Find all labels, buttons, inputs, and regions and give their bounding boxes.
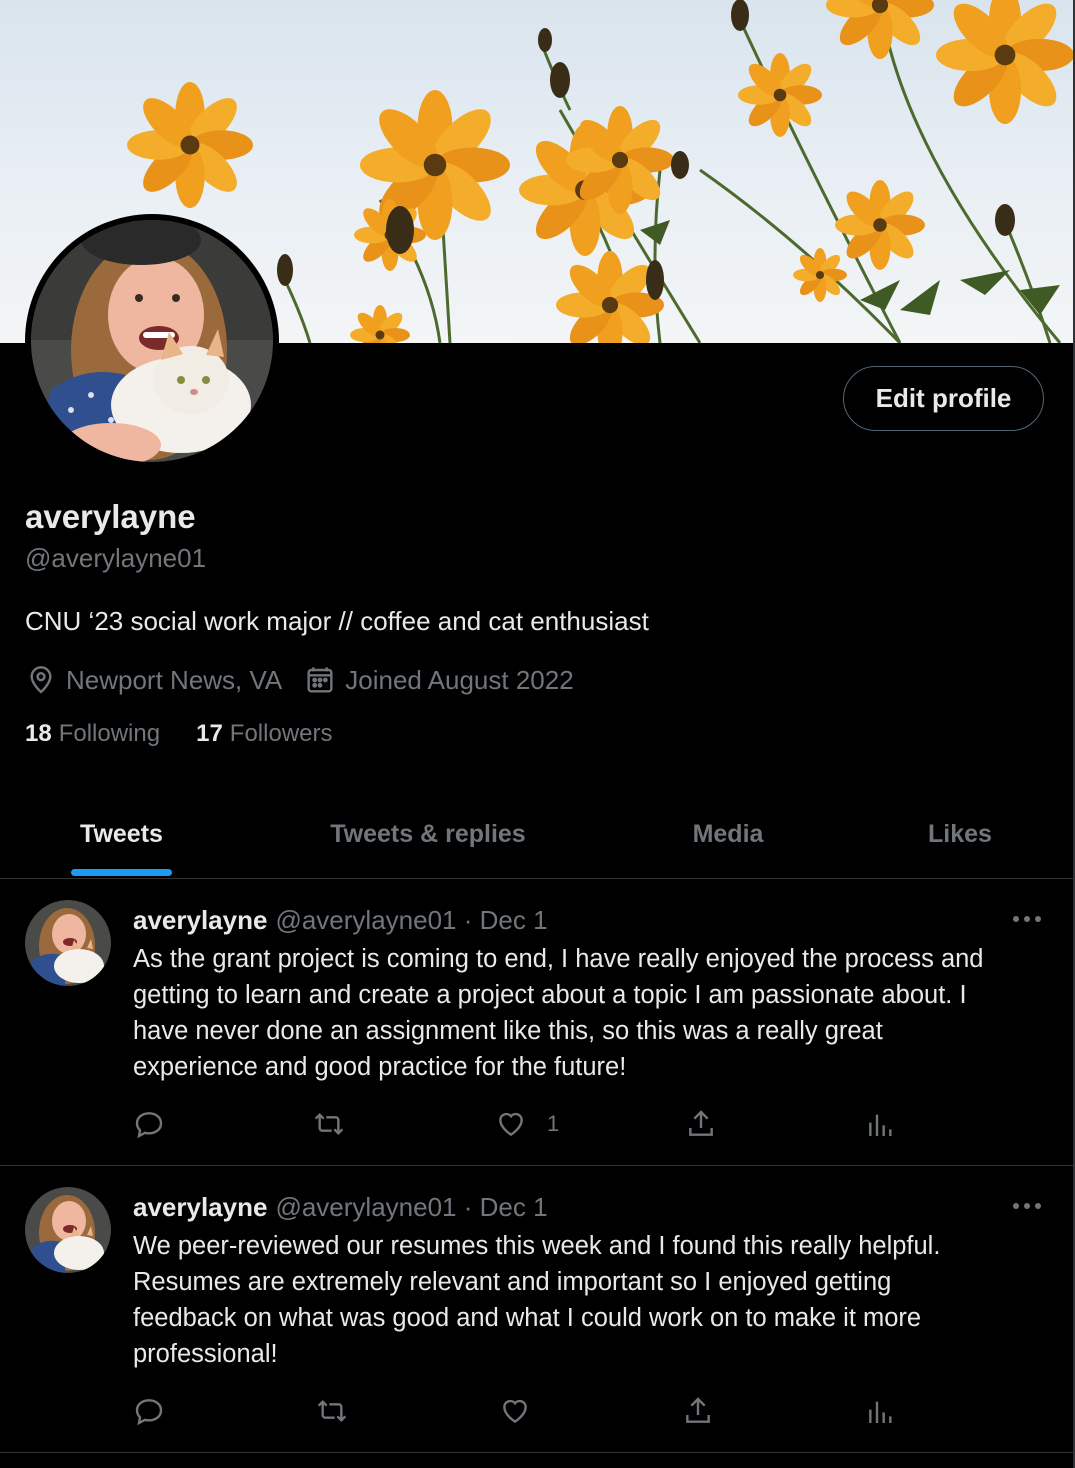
profile-joined-date: Joined August 2022 xyxy=(345,664,574,695)
followers-count: 17 xyxy=(196,720,223,747)
analytics-button[interactable] xyxy=(865,1395,897,1427)
retweet-icon xyxy=(314,1112,344,1136)
profile-display-name: averylayne xyxy=(25,498,196,535)
like-count: 1 xyxy=(547,1111,560,1136)
tab-likes[interactable]: Likes xyxy=(843,790,1075,878)
reply-icon xyxy=(135,1112,163,1139)
followers-label: Followers xyxy=(229,720,333,747)
more-icon[interactable] xyxy=(1011,1200,1043,1212)
share-icon xyxy=(689,1110,713,1136)
analytics-button[interactable] xyxy=(865,1108,897,1140)
following-label: Following xyxy=(58,720,161,747)
tweet-text: As the grant project is coming to end, I… xyxy=(133,945,984,1081)
tweet-avatar[interactable] xyxy=(25,1187,111,1273)
profile-handle: @averylayne01 xyxy=(25,543,207,573)
tweet-item[interactable]: averylayne @averylayne01 · Dec 1 As the … xyxy=(0,879,1073,1166)
profile-location: Newport News, VA xyxy=(66,664,283,695)
tweet-author-name[interactable]: averylayne xyxy=(133,1192,267,1223)
tweet-author-meta: @averylayne01 · Dec 1 xyxy=(275,1192,548,1222)
like-button[interactable] xyxy=(499,1395,551,1427)
heart-icon xyxy=(503,1399,527,1424)
reply-button[interactable] xyxy=(133,1108,165,1140)
tweet-avatar[interactable] xyxy=(25,900,111,986)
share-icon xyxy=(686,1397,710,1423)
heart-icon xyxy=(499,1112,523,1137)
tweet-header: averylayne @averylayne01 · Dec 1 xyxy=(133,905,548,936)
like-button[interactable]: 1 xyxy=(495,1108,559,1140)
map-pin-icon xyxy=(30,666,52,694)
tab-tweets-and-replies[interactable]: Tweets & replies xyxy=(243,790,613,878)
tweet-author-meta: @averylayne01 · Dec 1 xyxy=(275,905,548,935)
profile-bio: CNU ‘23 social work major // coffee and … xyxy=(25,606,649,636)
edit-profile-button[interactable]: Edit profile xyxy=(843,366,1044,431)
tab-tweets[interactable]: Tweets xyxy=(0,790,243,878)
profile-avatar[interactable] xyxy=(25,214,279,468)
share-button[interactable] xyxy=(685,1108,717,1140)
analytics-icon xyxy=(869,1114,892,1136)
calendar-icon xyxy=(307,667,333,693)
share-button[interactable] xyxy=(682,1395,714,1427)
follow-stats: 18 Following 17 Followers xyxy=(25,720,369,748)
following-count: 18 xyxy=(25,720,52,747)
following-link[interactable]: 18 Following xyxy=(25,720,160,748)
retweet-button[interactable] xyxy=(316,1395,348,1427)
tweet-author-name[interactable]: averylayne xyxy=(133,905,267,936)
active-tab-indicator xyxy=(71,869,172,876)
followers-link[interactable]: 17 Followers xyxy=(196,720,332,748)
reply-icon xyxy=(135,1399,163,1426)
retweet-icon xyxy=(317,1399,347,1423)
more-icon[interactable] xyxy=(1011,913,1043,925)
tweet-text: We peer-reviewed our resumes this week a… xyxy=(133,1232,941,1368)
profile-tabs: Tweets Tweets & replies Media Likes xyxy=(0,790,1073,879)
retweet-button[interactable] xyxy=(313,1108,345,1140)
tweet-item[interactable]: averylayne @averylayne01 · Dec 1 We peer… xyxy=(0,1166,1073,1453)
reply-button[interactable] xyxy=(133,1395,165,1427)
profile-meta: Newport News, VA Joined August 2022 xyxy=(25,662,574,698)
analytics-icon xyxy=(869,1401,892,1423)
tweet-header: averylayne @averylayne01 · Dec 1 xyxy=(133,1192,548,1223)
tab-media[interactable]: Media xyxy=(613,790,843,878)
